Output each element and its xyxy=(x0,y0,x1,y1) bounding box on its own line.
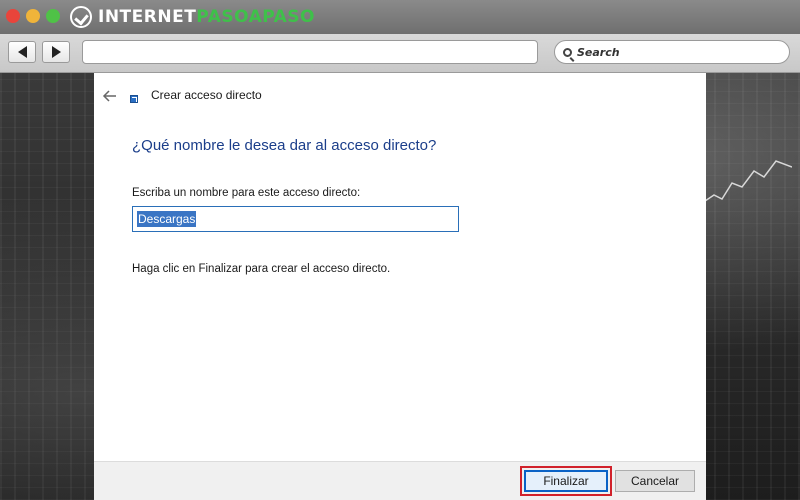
finish-instructions: Haga clic en Finalizar para crear el acc… xyxy=(132,263,391,275)
shortcut-name-value: Descargas xyxy=(137,211,197,227)
page-heading: ¿Qué nombre le desea dar al acceso direc… xyxy=(132,137,437,154)
brand-check-icon xyxy=(70,6,92,28)
cancel-button[interactable]: Cancelar xyxy=(615,470,695,492)
wizard-footer: Finalizar Cancelar xyxy=(94,461,706,500)
address-bar[interactable] xyxy=(82,40,538,64)
forward-arrow-icon xyxy=(51,46,61,58)
search-placeholder: Search xyxy=(577,45,620,59)
wizard-title: Crear acceso directo xyxy=(151,88,262,102)
shortcut-name-label: Escriba un nombre para este acceso direc… xyxy=(132,187,361,199)
search-icon xyxy=(563,47,572,57)
brand-name: INTERNETPASOAPASO xyxy=(98,7,315,27)
back-arrow-icon xyxy=(17,46,27,58)
minimize-window-button[interactable] xyxy=(26,9,40,23)
shortcut-icon xyxy=(130,95,138,103)
background-chart-line xyxy=(702,160,792,204)
finish-button[interactable]: Finalizar xyxy=(524,470,608,492)
back-button[interactable] xyxy=(8,41,36,63)
forward-button[interactable] xyxy=(42,41,70,63)
shortcut-name-input[interactable]: Descargas xyxy=(132,206,459,232)
maximize-window-button[interactable] xyxy=(46,9,60,23)
wizard-back-icon[interactable] xyxy=(102,89,118,103)
search-input[interactable]: Search xyxy=(554,40,790,64)
create-shortcut-wizard: Crear acceso directo ¿Qué nombre le dese… xyxy=(94,73,706,500)
browser-titlebar: INTERNETPASOAPASO xyxy=(0,0,800,35)
site-logo: INTERNETPASOAPASO xyxy=(70,6,315,28)
close-window-button[interactable] xyxy=(6,9,20,23)
browser-toolbar: Search xyxy=(0,34,800,73)
